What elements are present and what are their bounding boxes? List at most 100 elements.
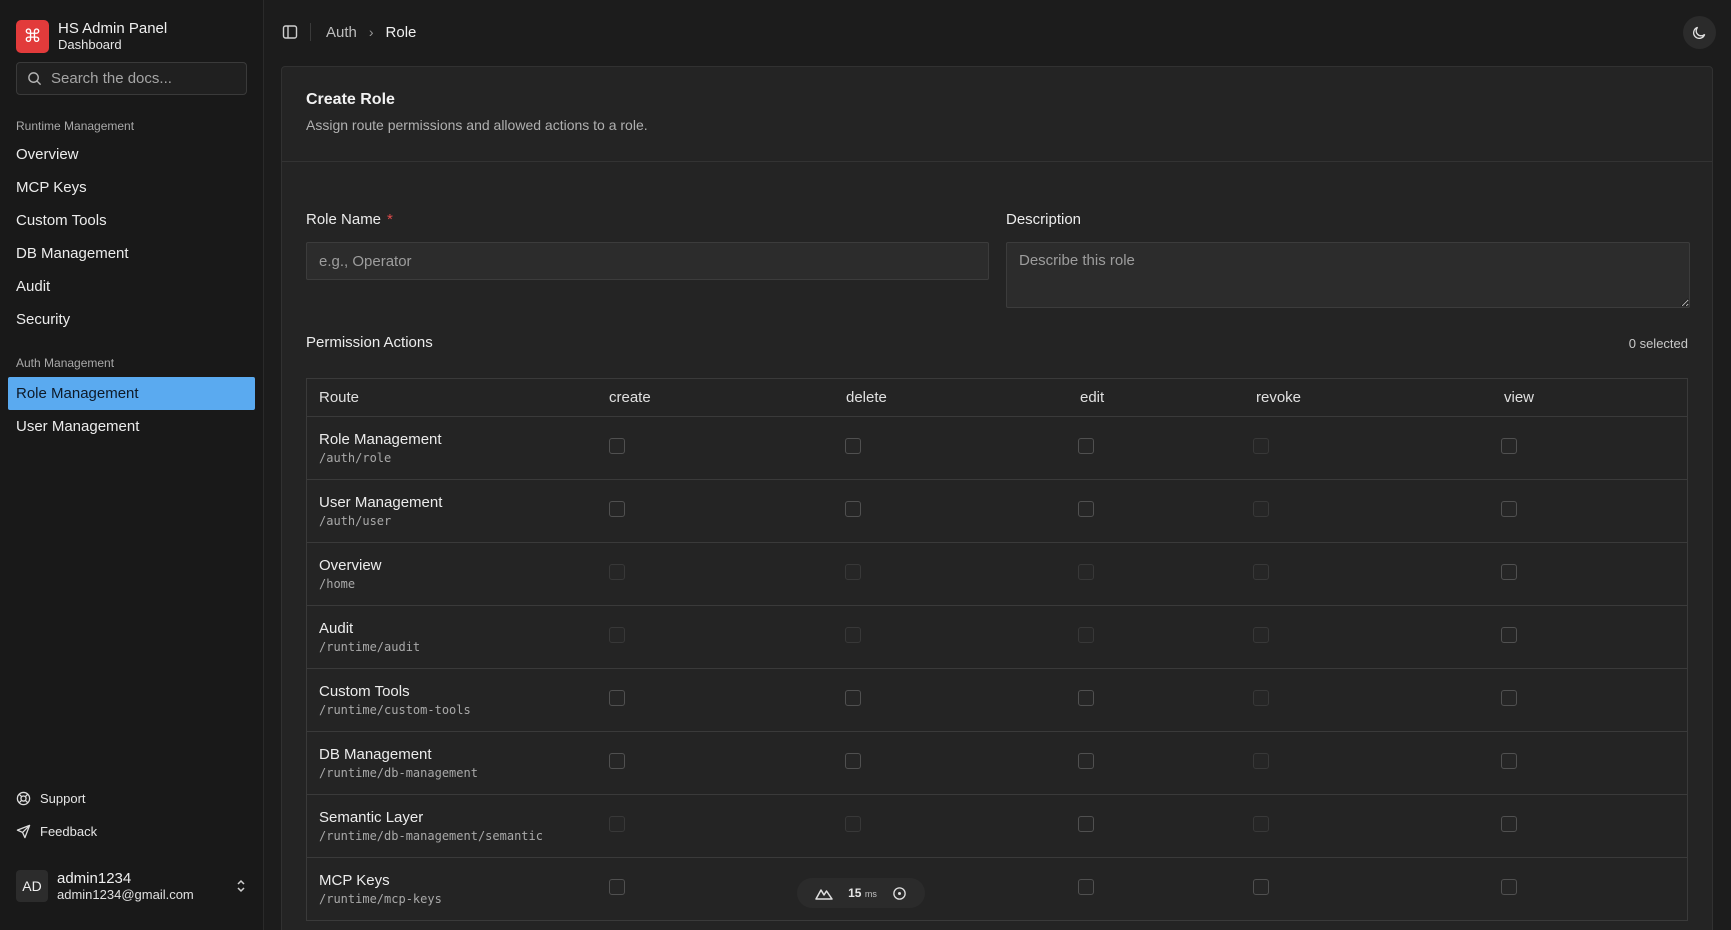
sidebar-item-db-management[interactable]: DB Management xyxy=(0,237,263,270)
route-name: DB Management xyxy=(319,746,432,763)
create-role-card: Create Role Assign route permissions and… xyxy=(281,66,1713,930)
card-title: Create Role xyxy=(306,91,395,108)
delete-checkbox[interactable] xyxy=(845,690,861,706)
lifebuoy-icon xyxy=(16,791,31,806)
route-path: /runtime/audit xyxy=(319,640,421,654)
description-input[interactable] xyxy=(1006,242,1690,308)
create-checkbox[interactable] xyxy=(609,753,625,769)
view-checkbox[interactable] xyxy=(1501,564,1517,580)
search-box[interactable] xyxy=(16,62,247,95)
command-logo-icon: ⌘ xyxy=(16,20,49,53)
breadcrumb-auth[interactable]: Auth xyxy=(326,24,357,41)
sidebar-item-overview[interactable]: Overview xyxy=(0,138,263,171)
sidebar-item-role-management[interactable]: Role Management xyxy=(8,377,255,410)
brand[interactable]: ⌘ HS Admin Panel Dashboard xyxy=(0,0,263,56)
topbar: Auth › Role xyxy=(264,0,1731,64)
view-checkbox[interactable] xyxy=(1501,753,1517,769)
revoke-checkbox[interactable] xyxy=(1253,438,1269,454)
perf-badge[interactable]: 15 ms xyxy=(797,878,925,908)
create-checkbox[interactable] xyxy=(609,501,625,517)
route-name: User Management xyxy=(319,494,443,511)
view-checkbox[interactable] xyxy=(1501,627,1517,643)
edit-checkbox[interactable] xyxy=(1078,564,1094,580)
revoke-checkbox[interactable] xyxy=(1253,690,1269,706)
column-header-view: view xyxy=(1504,389,1535,406)
edit-checkbox[interactable] xyxy=(1078,690,1094,706)
send-icon xyxy=(16,824,31,839)
chevron-right-icon: › xyxy=(368,24,374,40)
revoke-checkbox[interactable] xyxy=(1253,879,1269,895)
route-name: Overview xyxy=(319,557,382,574)
column-header-revoke: revoke xyxy=(1256,389,1302,406)
card-subtitle: Assign route permissions and allowed act… xyxy=(306,117,648,133)
route-path: /runtime/db-management xyxy=(319,766,478,780)
table-row: Custom Tools/runtime/custom-tools xyxy=(307,669,1687,732)
required-mark: * xyxy=(387,211,393,228)
create-checkbox[interactable] xyxy=(609,627,625,643)
route-name: Custom Tools xyxy=(319,683,410,700)
edit-checkbox[interactable] xyxy=(1078,816,1094,832)
route-path: /runtime/mcp-keys xyxy=(319,892,442,906)
avatar: AD xyxy=(16,870,48,902)
delete-checkbox[interactable] xyxy=(845,627,861,643)
sidebar-toggle-icon[interactable] xyxy=(282,24,298,40)
breadcrumb-role: Role xyxy=(385,23,417,41)
sidebar-item-custom-tools[interactable]: Custom Tools xyxy=(0,204,263,237)
edit-checkbox[interactable] xyxy=(1078,879,1094,895)
view-checkbox[interactable] xyxy=(1501,879,1517,895)
sidebar-item-mcp-keys[interactable]: MCP Keys xyxy=(0,171,263,204)
permissions-table: Route create delete edit revoke view Rol… xyxy=(306,378,1688,921)
edit-checkbox[interactable] xyxy=(1078,627,1094,643)
delete-checkbox[interactable] xyxy=(845,501,861,517)
create-checkbox[interactable] xyxy=(609,438,625,454)
create-checkbox[interactable] xyxy=(609,690,625,706)
delete-checkbox[interactable] xyxy=(845,753,861,769)
create-checkbox[interactable] xyxy=(609,816,625,832)
revoke-checkbox[interactable] xyxy=(1253,564,1269,580)
nav-group-runtime: Runtime Management xyxy=(16,119,135,133)
description-label: Description xyxy=(1006,211,1082,228)
permission-actions-label: Permission Actions xyxy=(306,334,433,351)
main-content: Auth › Role Create Role Assign route per… xyxy=(264,0,1731,930)
table-row: MCP Keys/runtime/mcp-keys xyxy=(307,858,1687,921)
brand-subtitle: Dashboard xyxy=(58,37,122,52)
revoke-checkbox[interactable] xyxy=(1253,627,1269,643)
user-email: admin1234@gmail.com xyxy=(57,886,194,902)
support-link[interactable]: Support xyxy=(0,782,263,815)
revoke-checkbox[interactable] xyxy=(1253,816,1269,832)
delete-checkbox[interactable] xyxy=(845,816,861,832)
delete-checkbox[interactable] xyxy=(845,438,861,454)
role-name-label: Role Name * xyxy=(306,211,393,228)
view-checkbox[interactable] xyxy=(1501,501,1517,517)
sidebar: ⌘ HS Admin Panel Dashboard Runtime Manag… xyxy=(0,0,264,930)
view-checkbox[interactable] xyxy=(1501,438,1517,454)
feedback-label: Feedback xyxy=(40,824,98,839)
create-checkbox[interactable] xyxy=(609,879,625,895)
table-row: User Management/auth/user xyxy=(307,480,1687,543)
edit-checkbox[interactable] xyxy=(1078,501,1094,517)
route-name: Audit xyxy=(319,620,354,637)
delete-checkbox[interactable] xyxy=(845,564,861,580)
sidebar-item-security[interactable]: Security xyxy=(0,303,263,336)
route-path: /home xyxy=(319,577,356,591)
edit-checkbox[interactable] xyxy=(1078,438,1094,454)
revoke-checkbox[interactable] xyxy=(1253,753,1269,769)
revoke-checkbox[interactable] xyxy=(1253,501,1269,517)
route-path: /runtime/db-management/semantic xyxy=(319,829,543,843)
nav-group-auth: Auth Management xyxy=(16,356,115,370)
view-checkbox[interactable] xyxy=(1501,690,1517,706)
table-row: Audit/runtime/audit xyxy=(307,606,1687,669)
user-menu[interactable]: AD admin1234 admin1234@gmail.com xyxy=(16,866,247,906)
create-checkbox[interactable] xyxy=(609,564,625,580)
role-name-input[interactable] xyxy=(306,242,989,280)
theme-toggle-button[interactable] xyxy=(1683,16,1716,49)
route-name: MCP Keys xyxy=(319,872,390,889)
search-input[interactable] xyxy=(51,70,241,87)
edit-checkbox[interactable] xyxy=(1078,753,1094,769)
view-checkbox[interactable] xyxy=(1501,816,1517,832)
sidebar-item-audit[interactable]: Audit xyxy=(0,270,263,303)
chevron-up-down-icon xyxy=(237,879,245,893)
user-name: admin1234 xyxy=(57,869,132,887)
feedback-link[interactable]: Feedback xyxy=(0,815,263,848)
sidebar-item-user-management[interactable]: User Management xyxy=(0,410,263,443)
